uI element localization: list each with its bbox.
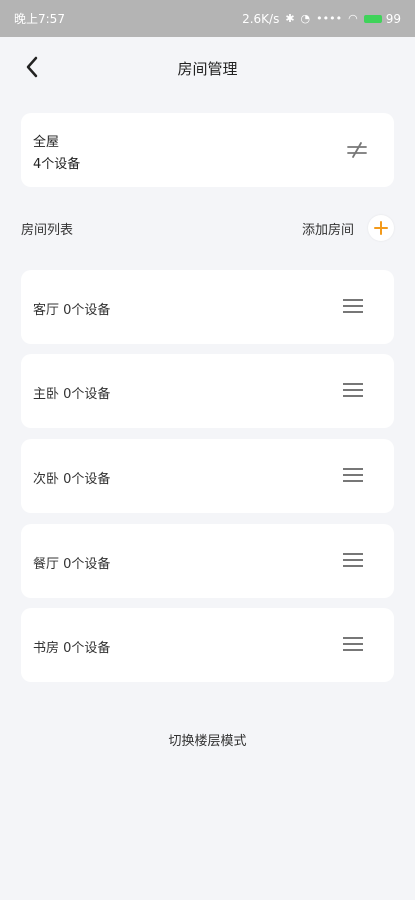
room-card-dining[interactable]: 餐厅 0个设备 bbox=[21, 524, 394, 598]
room-card-living[interactable]: 客厅 0个设备 bbox=[21, 270, 394, 344]
battery-indicator: 99 bbox=[363, 11, 401, 26]
room-card-study[interactable]: 书房 0个设备 bbox=[21, 608, 394, 682]
switch-floor-mode-link[interactable]: 切换楼层模式 bbox=[0, 730, 415, 749]
room-card-second-bedroom[interactable]: 次卧 0个设备 bbox=[21, 439, 394, 513]
network-speed: 2.6K/s bbox=[242, 11, 280, 26]
battery-level: 99 bbox=[385, 11, 401, 26]
room-card-master-bedroom[interactable]: 主卧 0个设备 bbox=[21, 354, 394, 428]
alarm-icon: ◔ bbox=[300, 12, 311, 25]
room-list-header: 房间列表 添加房间 bbox=[21, 211, 394, 245]
drag-handle-icon[interactable] bbox=[342, 635, 364, 653]
add-room-button[interactable]: 添加房间 bbox=[302, 215, 394, 241]
signal-dots-icon: •••• bbox=[316, 12, 343, 25]
back-button[interactable] bbox=[18, 51, 46, 83]
room-label: 客厅 0个设备 bbox=[33, 303, 111, 318]
battery-icon bbox=[363, 14, 382, 23]
status-bar: 晚上7:57 2.6K/s ✱ ◔ •••• ◠ 99 bbox=[0, 0, 415, 37]
page-title: 房间管理 bbox=[177, 59, 238, 78]
whole-house-title: 全屋 bbox=[33, 135, 60, 150]
whole-house-device-count: 4个设备 bbox=[33, 157, 81, 172]
room-label: 书房 0个设备 bbox=[33, 641, 111, 656]
add-room-label: 添加房间 bbox=[301, 222, 354, 238]
bluetooth-icon: ✱ bbox=[285, 12, 295, 25]
add-room-plus-button[interactable] bbox=[368, 215, 394, 241]
plus-icon bbox=[374, 221, 388, 235]
drag-handle-icon[interactable] bbox=[342, 551, 364, 569]
room-list-title: 房间列表 bbox=[21, 222, 74, 238]
status-time: 晚上7:57 bbox=[14, 12, 65, 26]
status-right: 2.6K/s ✱ ◔ •••• ◠ 99 bbox=[242, 12, 401, 26]
page-header: 房间管理 bbox=[0, 37, 415, 99]
room-label: 次卧 0个设备 bbox=[33, 472, 111, 487]
back-chevron-icon bbox=[26, 56, 38, 78]
settings-slider-icon[interactable] bbox=[346, 139, 368, 161]
room-label: 主卧 0个设备 bbox=[33, 387, 111, 402]
wifi-icon: ◠ bbox=[348, 12, 358, 25]
drag-handle-icon[interactable] bbox=[342, 381, 364, 399]
drag-handle-icon[interactable] bbox=[342, 466, 364, 484]
room-label: 餐厅 0个设备 bbox=[33, 557, 111, 572]
whole-house-card[interactable]: 全屋 4个设备 bbox=[21, 113, 394, 187]
drag-handle-icon[interactable] bbox=[342, 297, 364, 315]
